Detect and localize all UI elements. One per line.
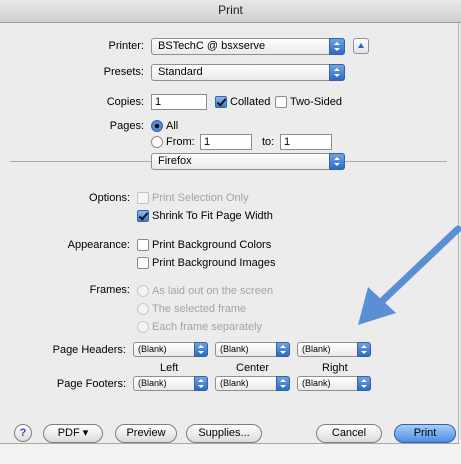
presets-label: Presets:	[103, 66, 144, 78]
popup-arrows-icon	[357, 342, 371, 357]
window-title: Print	[0, 0, 461, 23]
pages-all-radio[interactable]	[151, 120, 163, 132]
options-label: Options:	[89, 192, 130, 204]
print-selection-only-label: Print Selection Only	[152, 192, 249, 204]
annotation-arrow-shaft	[376, 225, 461, 307]
copies-input[interactable]: 1	[151, 94, 207, 110]
popup-arrows-icon	[357, 376, 371, 391]
popup-arrows-icon	[194, 342, 208, 357]
shrink-to-fit-checkbox[interactable]	[137, 210, 149, 222]
footer-center-value: (Blank)	[220, 378, 249, 388]
header-center-popup[interactable]: (Blank)	[215, 342, 290, 357]
pages-from-input[interactable]: 1	[200, 134, 252, 150]
popup-arrows-icon	[329, 64, 345, 81]
column-center-label: Center	[236, 362, 270, 374]
printer-popup[interactable]: BSTechC @ bsxserve	[151, 38, 345, 55]
pages-from-label: From:	[166, 136, 195, 148]
column-left-label: Left	[160, 362, 179, 374]
presets-popup[interactable]: Standard	[151, 64, 345, 81]
header-left-popup[interactable]: (Blank)	[133, 342, 208, 357]
footer-left-popup[interactable]: (Blank)	[133, 376, 208, 391]
preview-button[interactable]: Preview	[115, 424, 177, 443]
two-sided-checkbox[interactable]	[275, 96, 287, 108]
frames-each-radio[interactable]	[137, 321, 149, 333]
cancel-button[interactable]: Cancel	[316, 424, 382, 443]
section-popup[interactable]: Firefox	[151, 153, 345, 170]
header-right-value: (Blank)	[302, 344, 331, 354]
pages-to-input[interactable]: 1	[280, 134, 332, 150]
appearance-label: Appearance:	[67, 239, 130, 251]
print-bg-colors-label: Print Background Colors	[152, 239, 272, 251]
popup-arrows-icon	[329, 153, 345, 170]
frames-each-label: Each frame separately	[152, 321, 263, 333]
popup-arrows-icon	[329, 38, 345, 55]
print-button[interactable]: Print	[394, 424, 456, 443]
popup-arrows-icon	[276, 376, 290, 391]
help-button[interactable]: ?	[14, 424, 32, 442]
printer-label: Printer:	[108, 40, 144, 52]
shrink-to-fit-label: Shrink To Fit Page Width	[152, 210, 273, 222]
column-right-label: Right	[322, 362, 348, 374]
collated-checkbox[interactable]	[215, 96, 227, 108]
print-dialog: Print Printer: BSTechC @ bsxserve Preset…	[0, 0, 461, 444]
frames-label: Frames:	[89, 284, 130, 296]
two-sided-label: Two-Sided	[290, 96, 342, 108]
presets-value: Standard	[158, 66, 203, 78]
pages-label: Pages:	[109, 120, 144, 132]
header-right-popup[interactable]: (Blank)	[297, 342, 371, 357]
disclosure-button[interactable]	[353, 38, 369, 54]
supplies-button[interactable]: Supplies...	[186, 424, 262, 443]
pages-to-label: to:	[262, 136, 275, 148]
footer-right-popup[interactable]: (Blank)	[297, 376, 371, 391]
frames-selected-radio[interactable]	[137, 303, 149, 315]
pages-all-label: All	[166, 120, 179, 132]
page-headers-label: Page Headers:	[52, 344, 126, 356]
print-bg-images-label: Print Background Images	[152, 257, 276, 269]
frames-selected-label: The selected frame	[152, 303, 247, 315]
pdf-menu-button[interactable]: PDF ▾	[43, 424, 103, 443]
copies-label: Copies:	[106, 96, 144, 108]
section-value: Firefox	[158, 155, 192, 167]
footer-right-value: (Blank)	[302, 378, 331, 388]
footer-center-popup[interactable]: (Blank)	[215, 376, 290, 391]
frames-as-laid-out-radio[interactable]	[137, 285, 149, 297]
header-center-value: (Blank)	[220, 344, 249, 354]
frames-as-laid-out-label: As laid out on the screen	[152, 285, 274, 297]
pages-from-radio[interactable]	[151, 136, 163, 148]
popup-arrows-icon	[276, 342, 290, 357]
footer-left-value: (Blank)	[138, 378, 167, 388]
page-footers-label: Page Footers:	[56, 378, 126, 390]
print-bg-images-checkbox[interactable]	[137, 257, 149, 269]
header-left-value: (Blank)	[138, 344, 167, 354]
print-bg-colors-checkbox[interactable]	[137, 239, 149, 251]
popup-arrows-icon	[194, 376, 208, 391]
printer-value: BSTechC @ bsxserve	[158, 40, 266, 52]
annotation-arrow-icon	[358, 225, 461, 325]
print-selection-only-checkbox[interactable]	[137, 192, 149, 204]
collated-label: Collated	[230, 96, 271, 108]
